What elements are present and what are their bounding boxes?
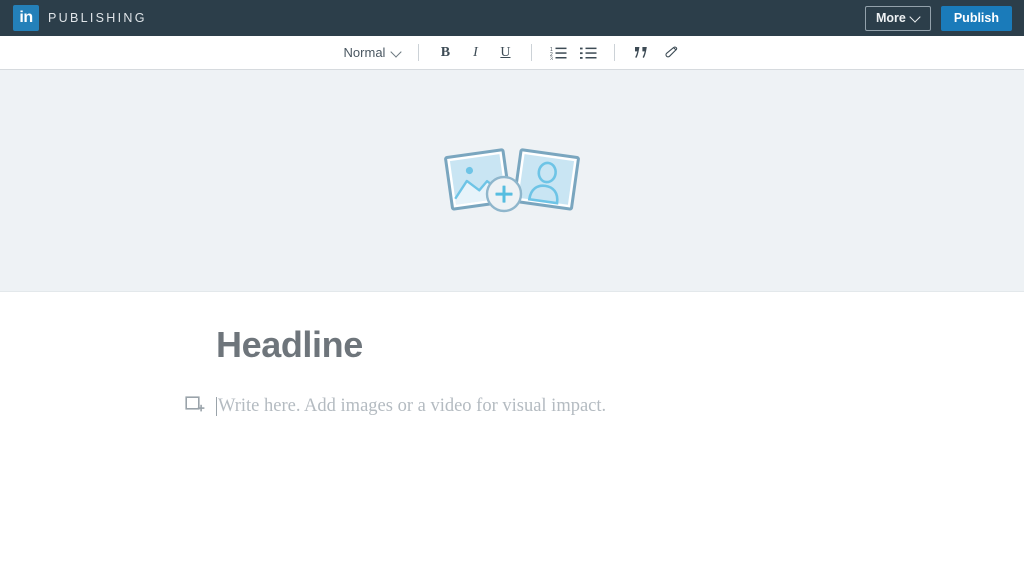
article-editor: Headline Write here. Add images or a vid… — [0, 292, 1024, 419]
more-button[interactable]: More — [864, 5, 931, 31]
toolbar-divider — [418, 44, 420, 61]
chevron-down-icon — [911, 12, 920, 21]
cover-image-dropzone[interactable] — [0, 70, 1024, 292]
bold-icon[interactable]: B — [432, 41, 458, 65]
blockquote-icon[interactable] — [628, 41, 654, 65]
article-inner: Headline Write here. Add images or a vid… — [182, 324, 842, 418]
linkedin-logo-icon[interactable]: in — [13, 5, 39, 31]
text-cursor — [216, 396, 217, 416]
brand[interactable]: in PUBLISHING — [13, 5, 147, 31]
underline-icon[interactable]: U — [492, 41, 518, 65]
paragraph-style-select[interactable]: Normal — [338, 43, 408, 62]
bullet-list-icon[interactable] — [575, 41, 601, 65]
top-navigation-bar: in PUBLISHING More Publish — [0, 0, 1024, 36]
format-toolbar: Normal B I U 1 2 3 — [0, 36, 1024, 70]
svg-text:3: 3 — [550, 56, 553, 60]
paragraph-style-value: Normal — [343, 45, 386, 60]
toolbar-divider — [531, 44, 533, 61]
chevron-down-icon — [392, 47, 401, 56]
add-cover-image-icon — [437, 141, 587, 221]
publish-button[interactable]: Publish — [940, 5, 1012, 31]
text-style-group: B I U — [430, 41, 520, 65]
insert-group — [626, 41, 686, 65]
more-button-label: More — [875, 11, 906, 25]
brand-label: PUBLISHING — [48, 11, 147, 25]
ordered-list-icon[interactable]: 1 2 3 — [545, 41, 571, 65]
italic-icon[interactable]: I — [462, 41, 488, 65]
body-row: Write here. Add images or a video for vi… — [185, 394, 842, 418]
list-group: 1 2 3 — [543, 41, 603, 65]
headline-input[interactable]: Headline — [216, 324, 842, 365]
body-input[interactable]: Write here. Add images or a video for vi… — [218, 394, 606, 418]
topbar-actions: More Publish — [864, 5, 1012, 31]
add-media-icon[interactable] — [185, 396, 205, 416]
link-icon[interactable] — [658, 41, 684, 65]
toolbar-divider — [614, 44, 616, 61]
